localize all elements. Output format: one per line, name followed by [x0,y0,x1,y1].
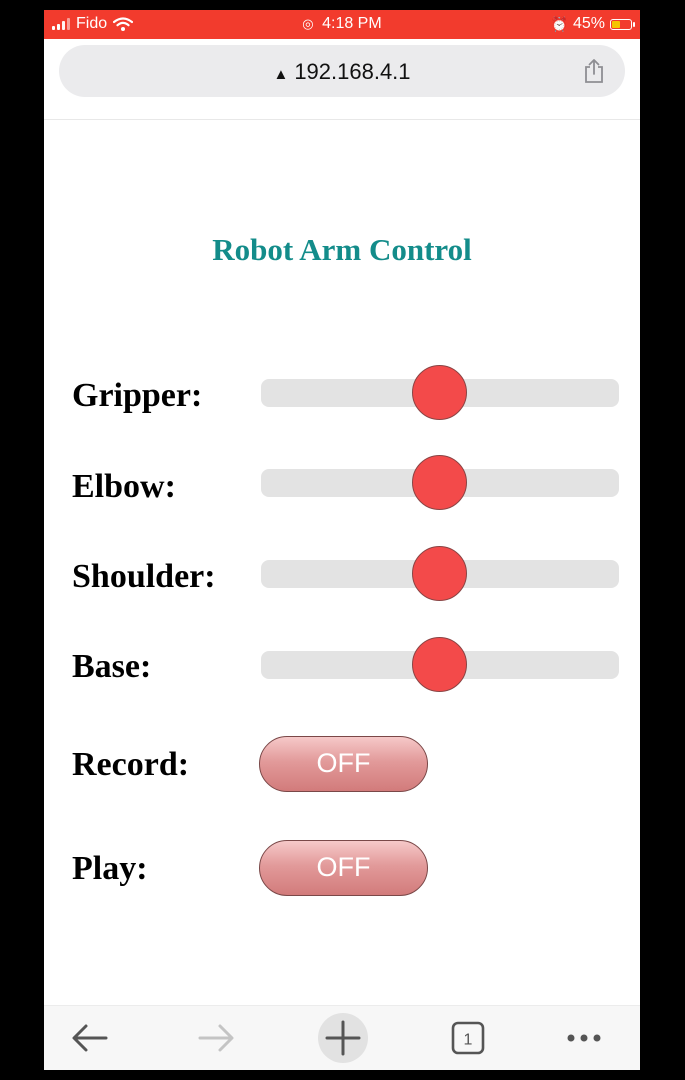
shoulder-slider[interactable] [261,546,619,601]
slider-thumb[interactable] [412,455,467,510]
browser-header: ▲ 192.168.4.1 [44,39,640,120]
battery-icon [610,18,635,30]
base-label: Base: [72,648,152,685]
battery-percent: 45% [572,15,605,32]
more-button[interactable] [562,1016,606,1060]
tabs-icon: 1 [451,1021,485,1055]
more-icon [567,1034,601,1042]
alarm-icon: ⏰ [550,15,568,32]
location-icon: ◎ [302,16,314,31]
play-toggle-button[interactable]: OFF [259,840,428,896]
phone-screen: Fido ◎ 4:18 PM ⏰ 45% ▲ 192.168.4.1 Robot… [44,10,640,1070]
elbow-slider[interactable] [261,455,619,510]
slider-thumb[interactable] [412,546,467,601]
tabs-button[interactable]: 1 [446,1016,490,1060]
elbow-label: Elbow: [72,468,176,505]
back-button[interactable] [68,1016,112,1060]
new-tab-icon [325,1020,361,1056]
slider-thumb[interactable] [412,365,467,420]
status-bar: Fido ◎ 4:18 PM ⏰ 45% [44,10,640,39]
address-bar[interactable]: ▲ 192.168.4.1 [59,45,625,97]
page-title: Robot Arm Control [212,232,472,267]
record-toggle-button[interactable]: OFF [259,736,428,792]
play-label: Play: [72,850,148,887]
warning-icon: ▲ [273,66,289,83]
record-label: Record: [72,746,190,783]
shoulder-label: Shoulder: [72,558,216,595]
tab-count: 1 [464,1032,473,1049]
base-slider[interactable] [261,637,619,692]
forward-button[interactable] [194,1016,238,1060]
forward-icon [198,1024,234,1052]
gripper-slider[interactable] [261,365,619,420]
url-text: 192.168.4.1 [294,59,411,84]
slider-thumb[interactable] [412,637,467,692]
status-time: 4:18 PM [322,15,382,32]
gripper-label: Gripper: [72,377,203,414]
back-icon [72,1024,108,1052]
new-tab-button[interactable] [318,1013,368,1063]
browser-toolbar: 1 [44,1005,640,1070]
share-icon[interactable] [583,58,605,84]
